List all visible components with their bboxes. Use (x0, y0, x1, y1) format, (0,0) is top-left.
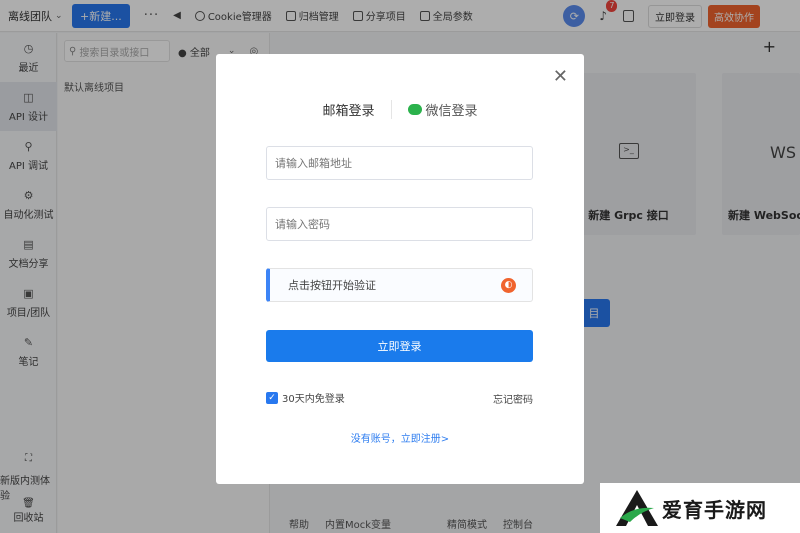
password-field[interactable] (266, 207, 533, 241)
remember-me[interactable]: ✓ 30天内免登录 (266, 390, 345, 405)
login-modal: ✕ 邮箱登录 微信登录 点击按钮开始验证 ◐ 立即登录 ✓ 30天内免登录 忘记… (216, 54, 584, 484)
wechat-icon (407, 104, 422, 115)
tab-wechat-label: 微信登录 (425, 104, 478, 119)
verify-icon: ◐ (501, 278, 516, 293)
remember-checkbox[interactable]: ✓ (266, 391, 278, 404)
captcha-verify[interactable]: 点击按钮开始验证 ◐ (266, 268, 533, 302)
close-icon[interactable]: ✕ (553, 66, 568, 87)
watermark-text: 爱育手游网 (662, 497, 767, 522)
remember-label: 30天内免登录 (282, 394, 345, 405)
watermark-logo-icon (616, 490, 658, 526)
watermark: 爱育手游网 (600, 483, 800, 533)
email-field[interactable] (266, 146, 533, 180)
verify-label: 点击按钮开始验证 (288, 279, 376, 292)
login-submit-button[interactable]: 立即登录 (266, 330, 533, 362)
forgot-password-link[interactable]: 忘记密码 (493, 391, 533, 406)
tab-wechat-login[interactable]: 微信登录 (390, 100, 494, 119)
register-link[interactable]: 没有账号，立即注册> (216, 430, 584, 445)
login-tabs: 邮箱登录 微信登录 (216, 100, 584, 119)
tab-email-login[interactable]: 邮箱登录 (306, 100, 390, 119)
